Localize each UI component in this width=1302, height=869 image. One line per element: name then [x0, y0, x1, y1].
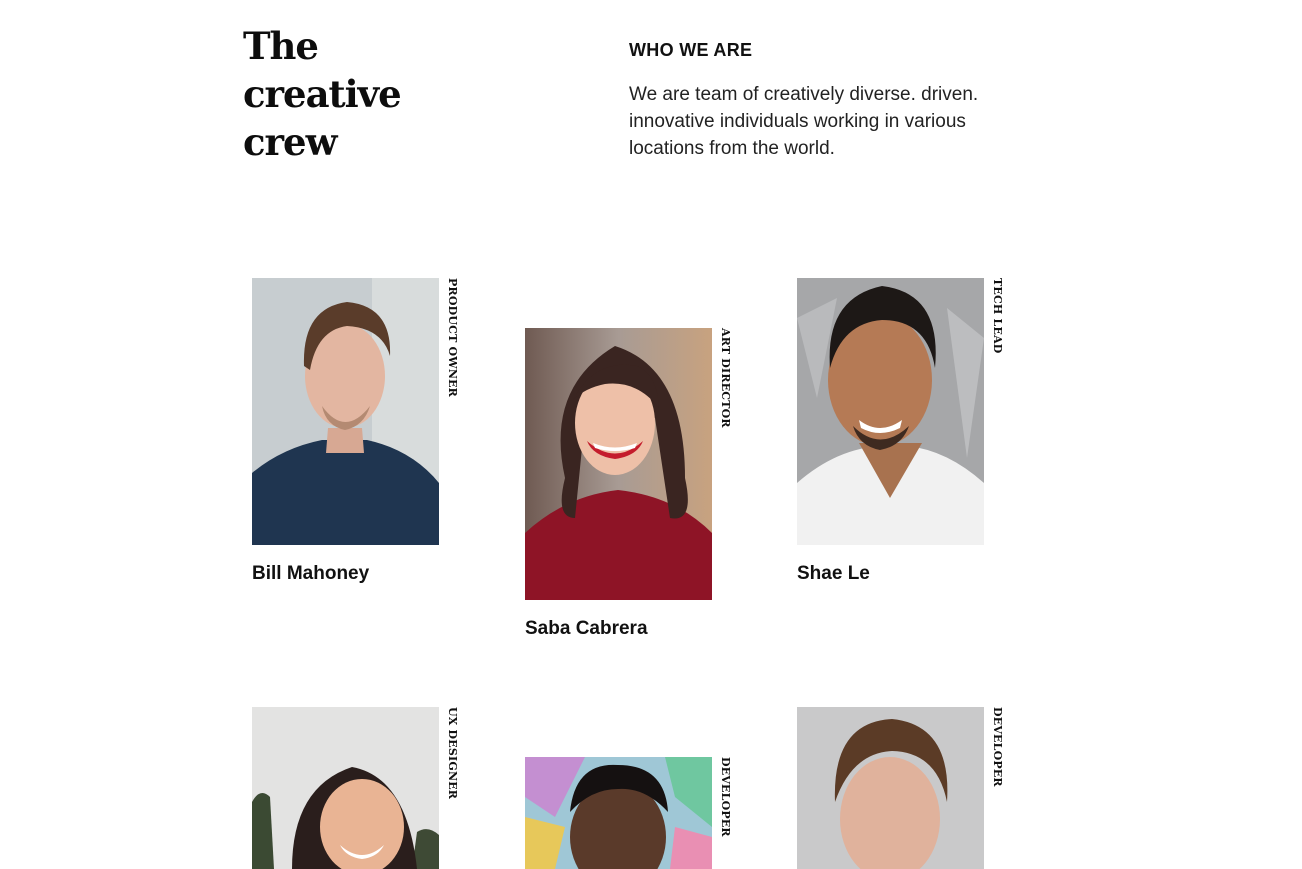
team-member-role: DEVELOPER — [719, 757, 732, 837]
about-heading: WHO WE ARE — [629, 40, 753, 60]
team-member-card[interactable]: TECH LEAD Shae Le — [797, 278, 1027, 598]
team-member-role: UX DESIGNER — [446, 707, 459, 800]
team-member-name[interactable]: Shae Le — [797, 563, 870, 585]
team-member-card[interactable]: DEVELOPER — [797, 707, 1027, 869]
team-member-photo[interactable] — [252, 278, 439, 545]
team-member-name[interactable]: Saba Cabrera — [525, 618, 648, 640]
team-member-photo[interactable] — [252, 707, 439, 869]
portrait-image — [252, 707, 439, 869]
team-member-name[interactable]: Bill Mahoney — [252, 563, 369, 585]
page-title-line-2: creative — [243, 72, 402, 116]
portrait-image — [797, 707, 984, 869]
team-member-role: PRODUCT OWNER — [446, 278, 459, 398]
team-member-photo[interactable] — [525, 328, 712, 600]
team-member-photo[interactable] — [525, 757, 712, 869]
team-member-photo[interactable] — [797, 707, 984, 869]
portrait-image — [525, 757, 712, 869]
team-member-card[interactable]: PRODUCT OWNER Bill Mahoney — [252, 278, 482, 598]
team-member-photo[interactable] — [797, 278, 984, 545]
team-member-role: DEVELOPER — [991, 707, 1004, 787]
team-member-card[interactable]: DEVELOPER — [525, 757, 755, 869]
team-member-role: ART DIRECTOR — [719, 328, 732, 428]
about-description: We are team of creatively diverse. drive… — [629, 84, 979, 159]
page-title-line-3: crew — [243, 120, 337, 164]
team-member-card[interactable]: UX DESIGNER — [252, 707, 482, 869]
portrait-image — [797, 278, 984, 545]
team-member-card[interactable]: ART DIRECTOR Saba Cabrera — [525, 328, 755, 648]
portrait-image — [525, 328, 712, 600]
page-title: The creative crew — [243, 22, 443, 166]
portrait-image — [252, 278, 439, 545]
page-title-line-1: The — [243, 24, 319, 68]
team-member-role: TECH LEAD — [991, 278, 1004, 354]
